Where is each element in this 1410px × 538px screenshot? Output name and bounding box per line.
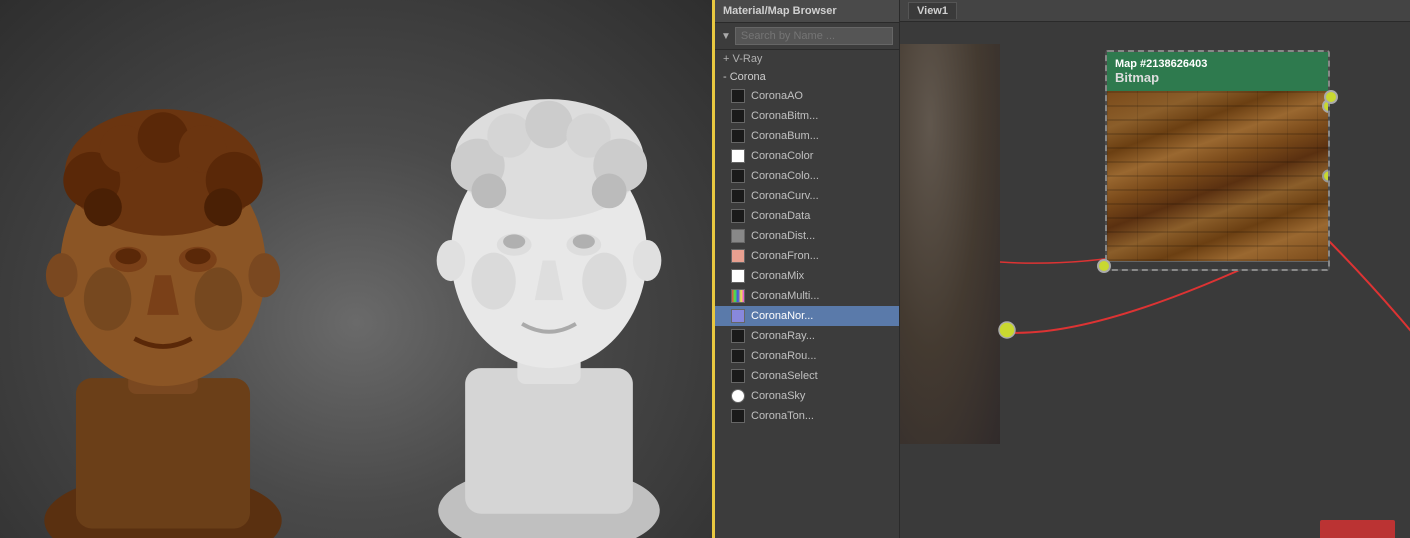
material-label: CoronaBitm... (751, 110, 818, 122)
material-label: CoronaNor... (751, 310, 813, 322)
material-swatch (731, 349, 745, 363)
material-item[interactable]: CoronaColo... (715, 166, 899, 186)
node-header: Map #2138626403 Bitmap (1107, 52, 1328, 91)
browser-list[interactable]: + V-Ray - Corona CoronaAO CoronaBitm... … (715, 50, 899, 538)
material-label: CoronaColo... (751, 170, 819, 182)
material-swatch (731, 129, 745, 143)
bitmap-node[interactable]: Map #2138626403 Bitmap (1105, 50, 1330, 271)
bottom-connector (1320, 520, 1395, 538)
material-item[interactable]: CoronaBum... (715, 126, 899, 146)
material-item[interactable]: CoronaTon... (715, 406, 899, 426)
viewport-panel (0, 0, 712, 538)
material-label: CoronaMix (751, 270, 804, 282)
material-item[interactable]: CoronaBitm... (715, 106, 899, 126)
group-corona[interactable]: - Corona (715, 68, 899, 86)
material-label: CoronaTon... (751, 410, 814, 422)
viewport-background (0, 0, 712, 538)
node-footer (1107, 261, 1328, 269)
material-label: CoronaMulti... (751, 290, 819, 302)
node-title-sub: Bitmap (1115, 70, 1320, 85)
material-label: CoronaDist... (751, 230, 815, 242)
material-label: CoronaAO (751, 90, 803, 102)
material-item[interactable]: CoronaData (715, 206, 899, 226)
search-input[interactable] (735, 27, 893, 45)
group-vray[interactable]: + V-Ray (715, 50, 899, 68)
view1-tab[interactable]: View1 (908, 2, 957, 19)
material-item[interactable]: CoronaCurv... (715, 186, 899, 206)
bust-left (0, 30, 326, 538)
material-swatch (731, 369, 745, 383)
material-swatch (731, 149, 745, 163)
background-statue (900, 44, 1000, 444)
material-item[interactable]: CoronaSelect (715, 366, 899, 386)
material-label: CoronaCurv... (751, 190, 819, 202)
material-label: CoronaData (751, 210, 810, 222)
material-item[interactable]: CoronaMix (715, 266, 899, 286)
texture-image (1107, 91, 1328, 261)
search-arrow-icon[interactable]: ▼ (721, 31, 731, 42)
material-label: CoronaSelect (751, 370, 818, 382)
search-bar: ▼ (715, 23, 899, 50)
material-label: CoronaColor (751, 150, 813, 162)
connection-dot-left[interactable] (1097, 259, 1111, 273)
material-swatch (731, 109, 745, 123)
browser-title: Material/Map Browser (723, 5, 837, 17)
material-label: CoronaFron... (751, 250, 819, 262)
node-editor-canvas[interactable]: Map #2138626403 Bitmap (900, 22, 1410, 538)
material-item[interactable]: CoronaRou... (715, 346, 899, 366)
material-swatch (731, 309, 745, 323)
node-editor[interactable]: View1 Map #2138626403 Bitmap (900, 0, 1410, 538)
node-editor-tab-bar: View1 (900, 0, 1410, 22)
material-item[interactable]: CoronaAO (715, 86, 899, 106)
material-swatch (731, 189, 745, 203)
material-swatch (731, 229, 745, 243)
material-item[interactable]: CoronaFron... (715, 246, 899, 266)
browser-header: Material/Map Browser (715, 0, 899, 23)
material-item[interactable]: CoronaSky (715, 386, 899, 406)
material-swatch (731, 209, 745, 223)
material-label: CoronaSky (751, 390, 805, 402)
material-item[interactable]: CoronaMulti... (715, 286, 899, 306)
material-swatch (731, 89, 745, 103)
bust-right (386, 20, 712, 538)
node-connector-mid[interactable] (1322, 170, 1328, 183)
node-texture-preview (1107, 91, 1328, 261)
node-title-main: Map #2138626403 (1115, 58, 1320, 70)
right-panel: Material/Map Browser ▼ + V-Ray - Corona … (715, 0, 1410, 538)
material-browser-panel: Material/Map Browser ▼ + V-Ray - Corona … (715, 0, 900, 538)
material-swatch (731, 329, 745, 343)
material-item-selected[interactable]: CoronaNor... (715, 306, 899, 326)
material-label: CoronaRou... (751, 350, 816, 362)
material-swatch (731, 289, 745, 303)
material-item[interactable]: CoronaDist... (715, 226, 899, 246)
material-label: CoronaRay... (751, 330, 815, 342)
material-item[interactable]: CoronaRay... (715, 326, 899, 346)
material-label: CoronaBum... (751, 130, 819, 142)
material-swatch (731, 389, 745, 403)
material-swatch (731, 249, 745, 263)
material-item[interactable]: CoronaColor (715, 146, 899, 166)
material-swatch (731, 269, 745, 283)
material-swatch (731, 169, 745, 183)
connection-dot-right[interactable] (1324, 90, 1338, 104)
material-swatch (731, 409, 745, 423)
